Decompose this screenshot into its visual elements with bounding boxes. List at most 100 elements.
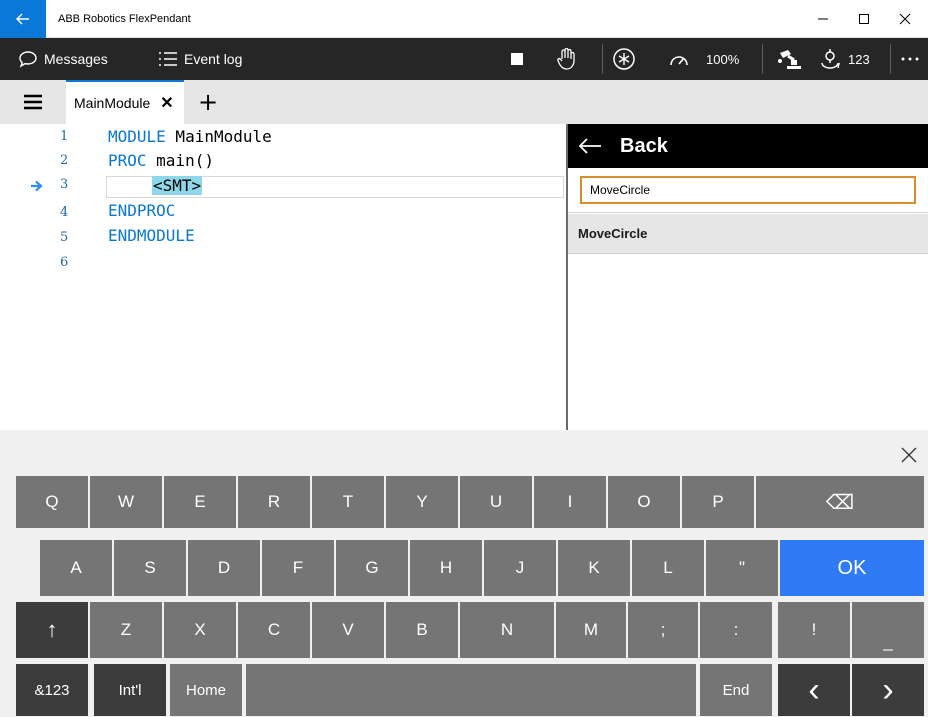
key-o[interactable]: O — [608, 476, 680, 528]
back-button[interactable] — [0, 0, 46, 38]
speed-button[interactable]: 100% — [668, 38, 739, 80]
close-icon — [901, 447, 917, 463]
code-line[interactable]: <SMT> — [152, 176, 203, 195]
line-number: 3 — [60, 177, 69, 192]
code-line[interactable]: ENDPROC — [108, 201, 175, 220]
key-w[interactable]: W — [90, 476, 162, 528]
key-f[interactable]: F — [262, 540, 334, 596]
code-keyword: ENDMODULE — [108, 226, 195, 245]
key-quote[interactable]: " — [706, 540, 778, 596]
key-x[interactable]: X — [164, 602, 236, 658]
line-number: 4 — [60, 205, 69, 220]
key-n[interactable]: N — [460, 602, 554, 658]
window-title: ABB Robotics FlexPendant — [58, 13, 191, 25]
jog-value: 123 — [848, 51, 870, 67]
code-line[interactable]: MODULE MainModule — [108, 127, 272, 146]
smt-placeholder[interactable]: <SMT> — [152, 176, 203, 195]
result-item[interactable]: MoveCircle — [568, 214, 928, 254]
program-pointer-icon — [31, 180, 43, 192]
back-label: Back — [620, 134, 668, 157]
minimize-button[interactable] — [800, 0, 846, 38]
key-v[interactable]: V — [312, 602, 384, 658]
arrow-left-icon — [578, 138, 601, 154]
event-log-button[interactable]: Event log — [158, 38, 242, 80]
intl-key[interactable]: Int'l — [94, 664, 166, 716]
tab-bar: MainModule ✕ + — [0, 80, 928, 124]
jog-button[interactable]: 123 — [818, 38, 870, 80]
line-number: 5 — [60, 230, 69, 245]
key-y[interactable]: Y — [386, 476, 458, 528]
maximize-icon — [859, 14, 869, 24]
key-r[interactable]: R — [238, 476, 310, 528]
toolbar-separator — [890, 44, 891, 74]
key-exclamation[interactable]: ! — [778, 602, 850, 658]
tab-mainmodule[interactable]: MainModule ✕ — [66, 80, 184, 124]
key-h[interactable]: H — [410, 540, 482, 596]
key-u[interactable]: U — [460, 476, 532, 528]
code-line[interactable]: PROC main() — [108, 151, 214, 170]
speedometer-icon — [670, 56, 688, 66]
code-keyword: MODULE — [108, 127, 166, 146]
hold-to-run-button[interactable] — [556, 38, 578, 80]
search-input[interactable]: MoveCircle — [580, 176, 916, 204]
code-keyword: PROC — [108, 151, 147, 170]
key-c[interactable]: C — [238, 602, 310, 658]
robot-icon — [778, 50, 801, 69]
symbols-key[interactable]: &123 — [16, 664, 88, 716]
key-b[interactable]: B — [386, 602, 458, 658]
key-semicolon[interactable]: ; — [628, 602, 698, 658]
key-l[interactable]: L — [632, 540, 704, 596]
motors-button[interactable] — [612, 38, 636, 80]
backspace-key[interactable]: ⌫ — [756, 476, 924, 528]
jog-icon — [821, 49, 841, 69]
minimize-icon — [818, 18, 828, 20]
code-editor[interactable]: 1 MODULE MainModule 2 PROC main() 3 <SMT… — [0, 124, 566, 430]
left-arrow-key[interactable]: ‹ — [778, 664, 850, 716]
space-key[interactable] — [246, 664, 696, 716]
robot-button[interactable] — [776, 38, 802, 80]
keyboard-close-button[interactable] — [894, 440, 924, 470]
key-d[interactable]: D — [188, 540, 260, 596]
tab-close-icon[interactable]: ✕ — [160, 93, 173, 113]
key-colon[interactable]: : — [700, 602, 772, 658]
event-log-label: Event log — [184, 51, 243, 67]
key-g[interactable]: G — [336, 540, 408, 596]
key-i[interactable]: I — [534, 476, 606, 528]
key-underscore[interactable]: _ — [852, 602, 924, 658]
key-s[interactable]: S — [114, 540, 186, 596]
key-e[interactable]: E — [164, 476, 236, 528]
stop-button[interactable] — [510, 38, 524, 80]
list-icon — [159, 52, 177, 66]
hand-icon — [557, 47, 575, 70]
key-t[interactable]: T — [312, 476, 384, 528]
code-text: main() — [146, 151, 214, 170]
line-number: 6 — [60, 255, 69, 270]
instruction-panel: Back MoveCircle MoveCircle — [568, 124, 928, 430]
key-k[interactable]: K — [558, 540, 630, 596]
add-tab-button[interactable]: + — [190, 86, 226, 118]
speed-value: 100% — [706, 51, 740, 67]
hamburger-icon[interactable] — [24, 94, 42, 110]
key-a[interactable]: A — [40, 540, 112, 596]
arrow-left-icon — [16, 13, 29, 25]
key-q[interactable]: Q — [16, 476, 88, 528]
key-j[interactable]: J — [484, 540, 556, 596]
more-icon — [901, 57, 919, 61]
maximize-button[interactable] — [841, 0, 887, 38]
more-button[interactable] — [900, 38, 920, 80]
right-arrow-key[interactable]: › — [852, 664, 924, 716]
toolbar-separator — [762, 44, 763, 74]
shift-key[interactable]: ↑ — [16, 602, 88, 658]
close-button[interactable] — [882, 0, 928, 38]
back-button[interactable]: Back — [568, 124, 928, 168]
key-p[interactable]: P — [682, 476, 754, 528]
key-m[interactable]: M — [556, 602, 626, 658]
on-screen-keyboard: Q W E R T Y U I O P ⌫ A S D F G H J K L … — [0, 430, 928, 717]
code-keyword: ENDPROC — [108, 201, 176, 220]
home-key[interactable]: Home — [170, 664, 242, 716]
code-line[interactable]: ENDMODULE — [108, 226, 195, 245]
key-z[interactable]: Z — [90, 602, 162, 658]
messages-button[interactable]: Messages — [18, 38, 108, 80]
ok-key[interactable]: OK — [780, 540, 924, 596]
end-key[interactable]: End — [700, 664, 772, 716]
